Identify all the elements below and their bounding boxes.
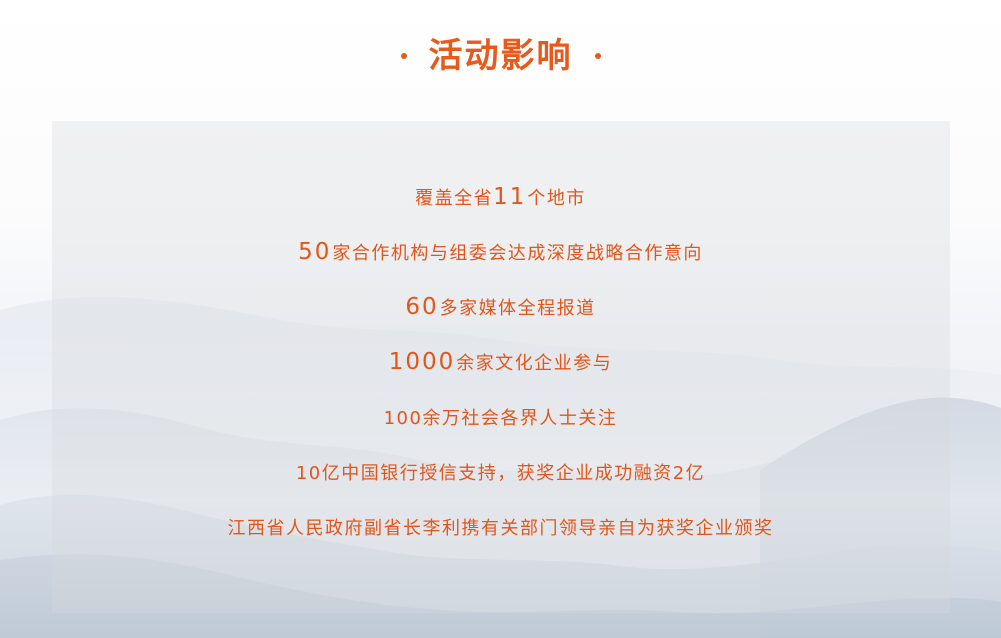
impact-item-media: 60 多家媒体全程报道 <box>0 279 1001 334</box>
impact-text: 多家媒体全程报道 <box>439 297 596 319</box>
impact-text: 家合作机构与组委会达成深度战略合作意向 <box>332 242 703 264</box>
impact-item-enterprises: 1000 余家文化企业参与 <box>0 334 1001 389</box>
impact-list: 覆盖全省 11 个地市 50 家合作机构与组委会达成深度战略合作意向 60 多家… <box>0 169 1001 554</box>
impact-number: 11 <box>493 183 527 210</box>
impact-text: 余家文化企业参与 <box>456 352 613 374</box>
impact-item-award-ceremony: 江西省人民政府副省长李利携有关部门领导亲自为获奖企业颁奖 <box>0 499 1001 554</box>
impact-item-financing: 10亿中国银行授信支持，获奖企业成功融资2亿 <box>0 444 1001 499</box>
impact-item-cities: 覆盖全省 11 个地市 <box>0 169 1001 224</box>
impact-text: 个地市 <box>527 187 586 209</box>
left-dot-ornament <box>400 53 407 59</box>
impact-item-attention: 100余万社会各界人士关注 <box>0 389 1001 444</box>
right-dot-ornament <box>594 53 601 59</box>
page-title: 活动影响 <box>428 36 573 76</box>
section-header: 活动影响 <box>0 30 1001 82</box>
impact-number: 1000 <box>388 348 456 375</box>
impact-item-partners: 50 家合作机构与组委会达成深度战略合作意向 <box>0 224 1001 279</box>
impact-number: 50 <box>298 238 332 265</box>
impact-text: 10亿中国银行授信支持，获奖企业成功融资2亿 <box>295 462 706 484</box>
impact-number: 60 <box>405 293 439 320</box>
impact-text: 江西省人民政府副省长李利携有关部门领导亲自为获奖企业颁奖 <box>227 517 774 539</box>
impact-prefix: 覆盖全省 <box>415 187 494 209</box>
impact-text: 100余万社会各界人士关注 <box>383 407 618 429</box>
